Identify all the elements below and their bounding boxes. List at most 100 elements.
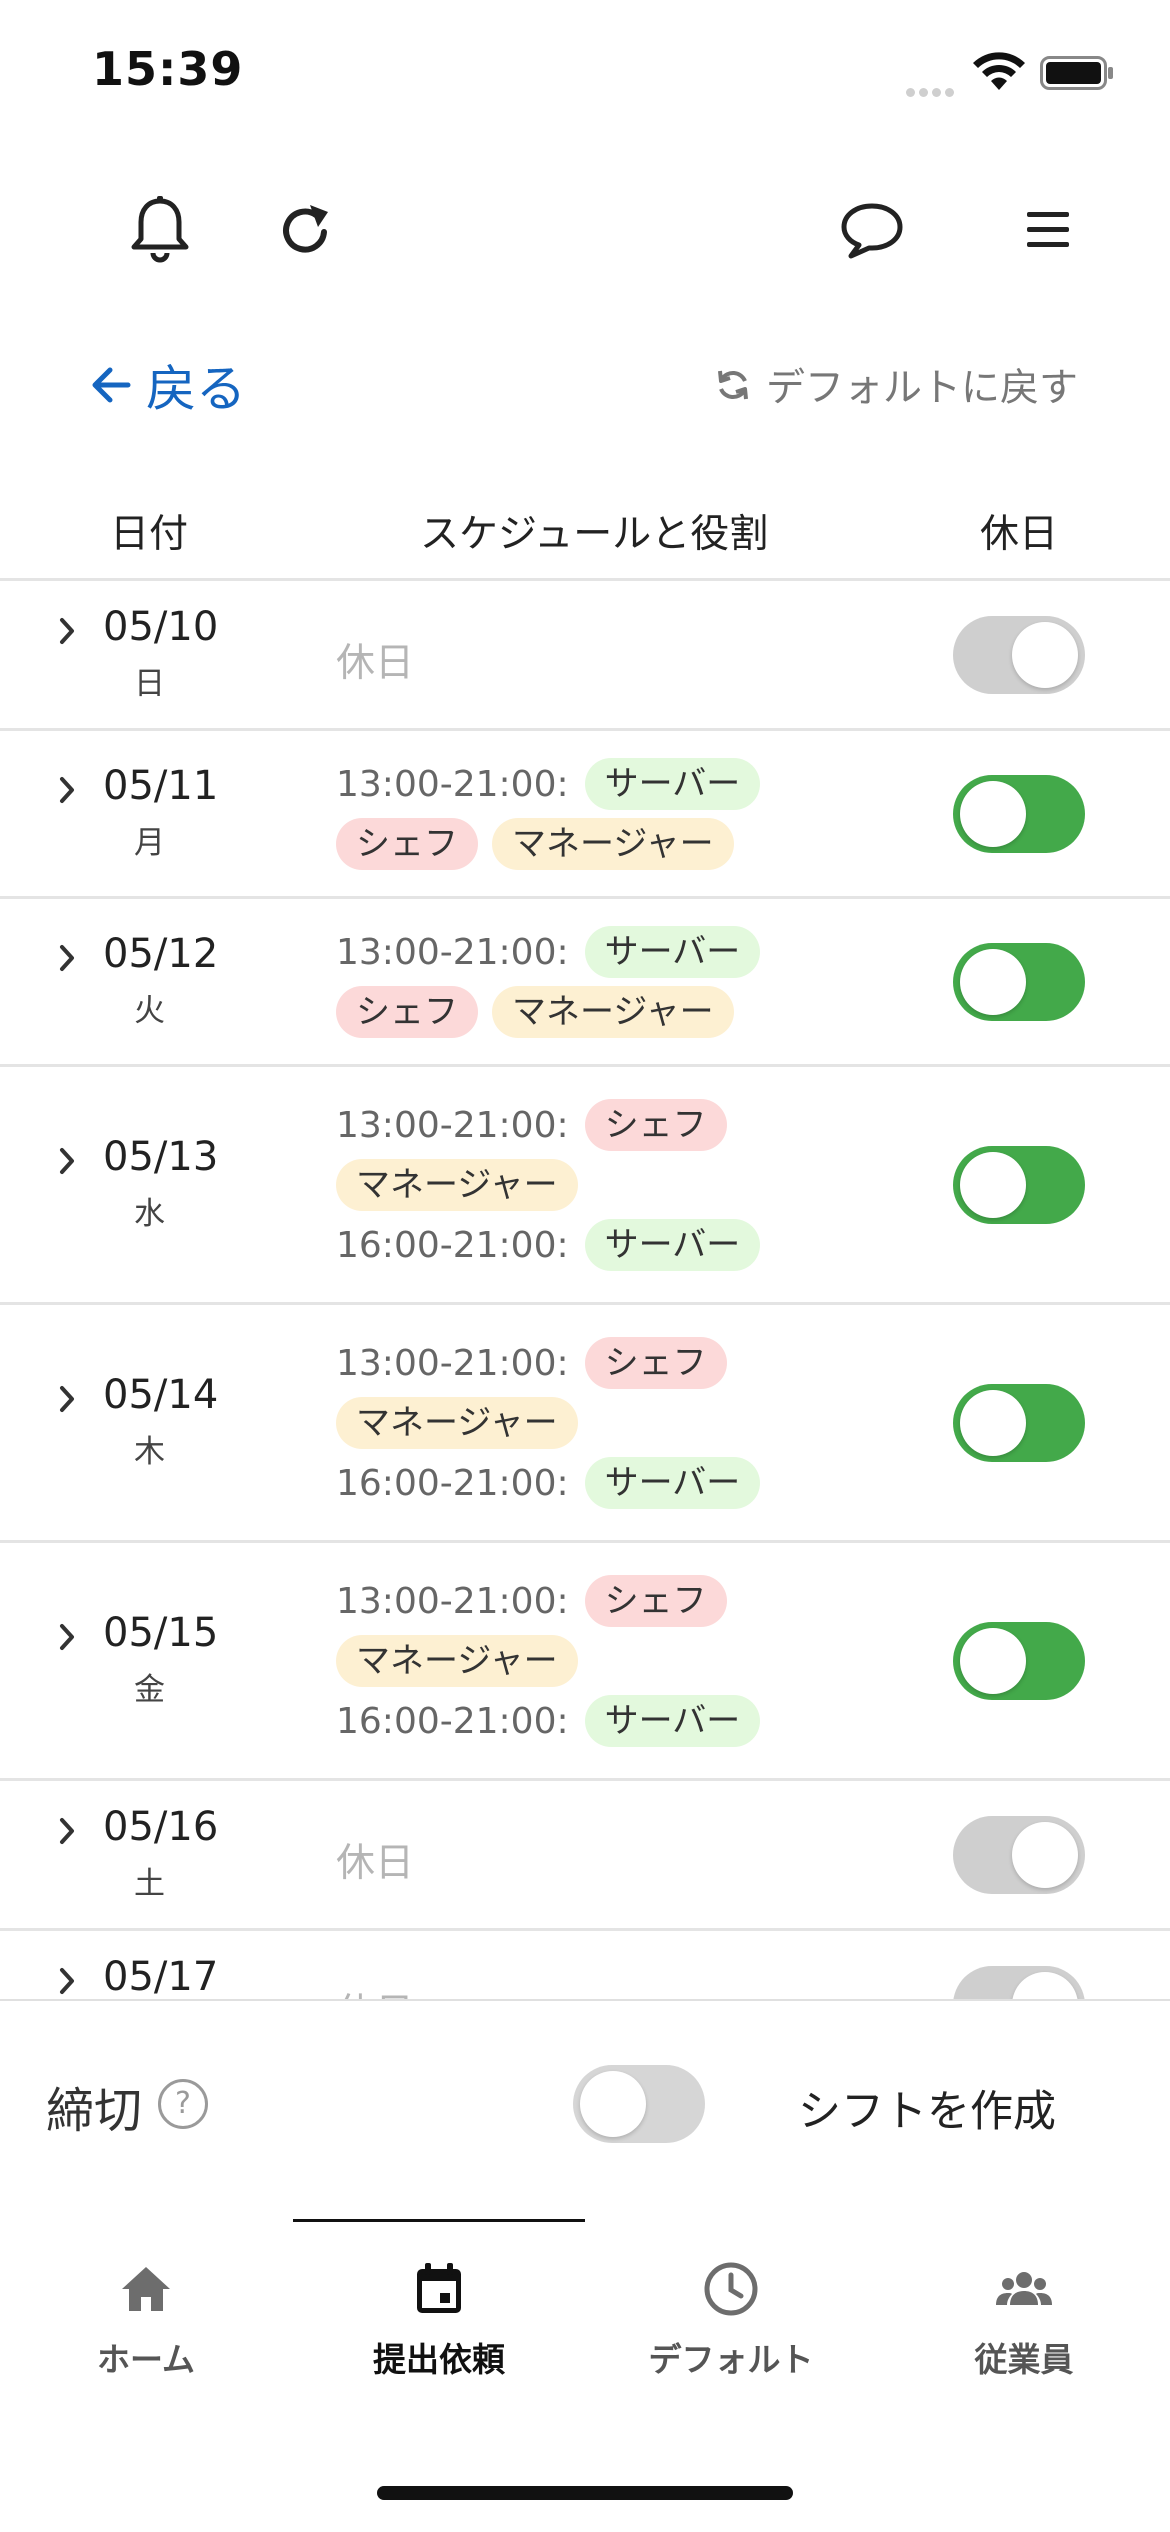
role-tag-chef: シェフ bbox=[584, 1337, 727, 1389]
hamburger-menu-icon bbox=[1027, 212, 1069, 247]
day-off-text: 休日 bbox=[336, 1841, 415, 1886]
row-weekday: 水 bbox=[134, 1196, 165, 1232]
tab-home[interactable]: ホーム bbox=[0, 2259, 292, 2409]
refresh-button[interactable] bbox=[266, 190, 346, 270]
schedule-row[interactable]: 05/11 月 13:00-21:00: サーバーシェフ マネージャー bbox=[0, 731, 1170, 899]
day-off-toggle[interactable] bbox=[953, 1816, 1085, 1894]
role-tag-manager: マネージャー bbox=[492, 986, 734, 1038]
schedule-row[interactable]: 05/15 金 13:00-21:00: シェフ マネージャー 16:00-21:00: サ… bbox=[0, 1543, 1170, 1781]
row-weekday: 木 bbox=[134, 1434, 165, 1470]
row-weekday: 火 bbox=[134, 993, 165, 1029]
back-button[interactable]: 戻る bbox=[90, 350, 246, 420]
bell-icon bbox=[131, 196, 189, 263]
tab-bar: ホーム 提出依頼 デフォルト 従業員 bbox=[0, 2219, 1170, 2532]
tab-label: 提出依頼 bbox=[373, 2340, 505, 2379]
deadline-toggle[interactable] bbox=[573, 2065, 705, 2143]
status-time: 15:39 bbox=[92, 42, 244, 96]
schedule-row[interactable]: 05/17 休日 bbox=[0, 1931, 1170, 1999]
day-off-toggle[interactable] bbox=[953, 775, 1085, 853]
schedule-row[interactable]: 05/10 日 休日 bbox=[0, 581, 1170, 731]
toggle-knob bbox=[1012, 622, 1078, 688]
sync-icon bbox=[717, 370, 748, 400]
schedule-row[interactable]: 05/16 土 休日 bbox=[0, 1781, 1170, 1931]
menu-button[interactable] bbox=[1008, 190, 1088, 270]
active-tab-indicator bbox=[293, 2219, 585, 2222]
toggle-knob bbox=[1012, 1822, 1078, 1888]
row-date: 05/14 bbox=[103, 1372, 219, 1418]
shift-time: 13:00-21:00: bbox=[336, 931, 569, 973]
clock-icon bbox=[704, 2262, 758, 2316]
refresh-icon bbox=[283, 205, 328, 253]
role-tag-server: サーバー bbox=[584, 1457, 761, 1509]
chevron-right-icon[interactable] bbox=[52, 614, 82, 648]
shift-time: 13:00-21:00: bbox=[336, 1342, 569, 1384]
wifi-icon bbox=[973, 52, 1025, 90]
toggle-knob bbox=[580, 2071, 646, 2137]
row-date: 05/15 bbox=[103, 1610, 219, 1656]
day-off-toggle[interactable] bbox=[953, 1622, 1085, 1700]
day-off-text: 休日 bbox=[336, 641, 415, 686]
tab-label: デフォルト bbox=[648, 2340, 814, 2379]
role-tag-manager: マネージャー bbox=[492, 818, 734, 870]
role-tag-manager: マネージャー bbox=[336, 1397, 578, 1449]
day-off-text: 休日 bbox=[336, 1982, 414, 1999]
day-off-toggle[interactable] bbox=[953, 943, 1085, 1021]
role-tag-server: サーバー bbox=[584, 758, 761, 810]
shift-time: 13:00-21:00: bbox=[336, 1104, 569, 1146]
reset-default-button[interactable]: デフォルトに戻す bbox=[714, 352, 1078, 418]
role-tag-chef: シェフ bbox=[336, 986, 478, 1038]
schedule-cell: 13:00-21:00: サーバーシェフ マネージャー bbox=[336, 923, 936, 1043]
toggle-knob bbox=[960, 949, 1026, 1015]
shift-line: マネージャー bbox=[336, 1632, 936, 1690]
day-off-toggle[interactable] bbox=[953, 1966, 1085, 1999]
chevron-right-icon[interactable] bbox=[52, 1382, 82, 1416]
shift-line: マネージャー bbox=[336, 1156, 936, 1214]
schedule-cell: 13:00-21:00: シェフ マネージャー 16:00-21:00: サーバー bbox=[336, 1572, 936, 1752]
create-shift-button[interactable]: シフトを作成 bbox=[798, 2077, 1056, 2139]
chevron-right-icon[interactable] bbox=[52, 941, 82, 975]
battery-icon bbox=[1040, 56, 1113, 90]
shift-time: 13:00-21:00: bbox=[336, 763, 569, 805]
shift-time: 16:00-21:00: bbox=[336, 1700, 569, 1742]
schedule-row[interactable]: 05/12 火 13:00-21:00: サーバー シェフ マネージャー bbox=[0, 899, 1170, 1067]
shift-time: 16:00-21:00: bbox=[336, 1224, 569, 1266]
shift-time: 16:00-21:00: bbox=[336, 1462, 569, 1504]
notification-bell-button[interactable] bbox=[120, 190, 200, 270]
row-weekday: 月 bbox=[134, 825, 165, 861]
role-tag-chef: シェフ bbox=[336, 818, 478, 870]
role-tag-server: サーバー bbox=[584, 926, 761, 978]
chevron-right-icon[interactable] bbox=[52, 1620, 82, 1654]
tab-submission-request[interactable]: 提出依頼 bbox=[293, 2259, 585, 2409]
day-off-toggle[interactable] bbox=[953, 1384, 1085, 1462]
day-off-toggle[interactable] bbox=[953, 1146, 1085, 1224]
help-icon[interactable]: ? bbox=[158, 2079, 208, 2129]
role-tag-manager: マネージャー bbox=[336, 1635, 578, 1687]
tab-label: ホーム bbox=[96, 2340, 195, 2379]
toggle-knob bbox=[960, 1152, 1026, 1218]
chat-bubble-icon bbox=[841, 203, 903, 259]
toggle-knob bbox=[960, 1628, 1026, 1694]
deadline-label: 締切 bbox=[46, 2083, 143, 2139]
role-tag-chef: シェフ bbox=[584, 1575, 727, 1627]
row-date: 05/17 bbox=[103, 1954, 219, 1999]
day-off-toggle[interactable] bbox=[953, 616, 1085, 694]
shift-line: 16:00-21:00: サーバー bbox=[336, 1454, 936, 1512]
chat-button[interactable] bbox=[832, 190, 912, 270]
tab-default[interactable]: デフォルト bbox=[585, 2259, 877, 2409]
schedule-list[interactable]: 05/10 日休日 05/11 月 13:00-21:00: サーバー シェフ マネージャー 0… bbox=[0, 581, 1170, 1999]
schedule-row[interactable]: 05/13 水 13:00-21:00: シェフ マネージャー 16:00-21:00: サ… bbox=[0, 1067, 1170, 1305]
schedule-row[interactable]: 05/14 木 13:00-21:00: シェフ マネージャー 16:00-21:00: サ… bbox=[0, 1305, 1170, 1543]
chevron-right-icon[interactable] bbox=[52, 1964, 82, 1998]
toggle-knob bbox=[960, 781, 1026, 847]
chevron-right-icon[interactable] bbox=[52, 1144, 82, 1178]
row-date: 05/16 bbox=[103, 1804, 219, 1850]
chevron-right-icon[interactable] bbox=[52, 773, 82, 807]
home-indicator bbox=[377, 2486, 793, 2500]
shift-line: 13:00-21:00: シェフ bbox=[336, 1572, 936, 1630]
chevron-right-icon[interactable] bbox=[52, 1814, 82, 1848]
row-date: 05/11 bbox=[103, 763, 219, 809]
row-date: 05/13 bbox=[103, 1134, 219, 1180]
arrow-left-icon bbox=[92, 367, 131, 403]
tab-label: 従業員 bbox=[974, 2340, 1074, 2379]
tab-employees[interactable]: 従業員 bbox=[878, 2259, 1170, 2409]
